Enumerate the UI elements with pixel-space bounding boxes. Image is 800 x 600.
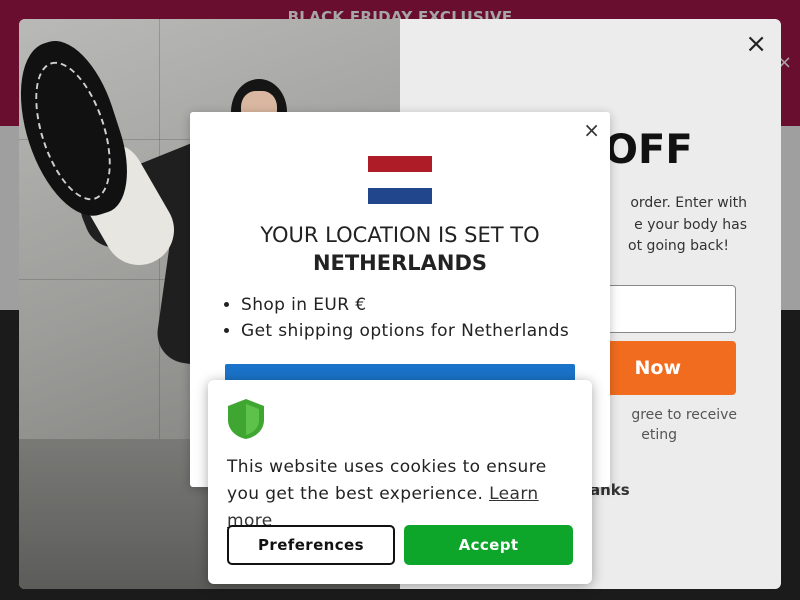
- location-modal-close-icon[interactable]: ×: [583, 120, 600, 140]
- netherlands-flag-icon: [368, 156, 432, 204]
- accept-button[interactable]: Accept: [404, 525, 573, 565]
- location-heading: YOUR LOCATION IS SET TO NETHERLANDS: [190, 221, 610, 277]
- cookie-message: This website uses cookies to ensure you …: [227, 457, 547, 531]
- location-details-list: Shop in EUR € Get shipping options for N…: [220, 292, 569, 344]
- shield-icon: [228, 399, 264, 439]
- list-item: Get shipping options for Netherlands: [241, 318, 569, 344]
- email-modal-close-icon[interactable]: ×: [745, 31, 767, 57]
- list-item: Shop in EUR €: [241, 292, 569, 318]
- cookie-banner: This website uses cookies to ensure you …: [208, 380, 592, 584]
- preferences-button[interactable]: Preferences: [227, 525, 395, 565]
- location-country: NETHERLANDS: [312, 251, 488, 275]
